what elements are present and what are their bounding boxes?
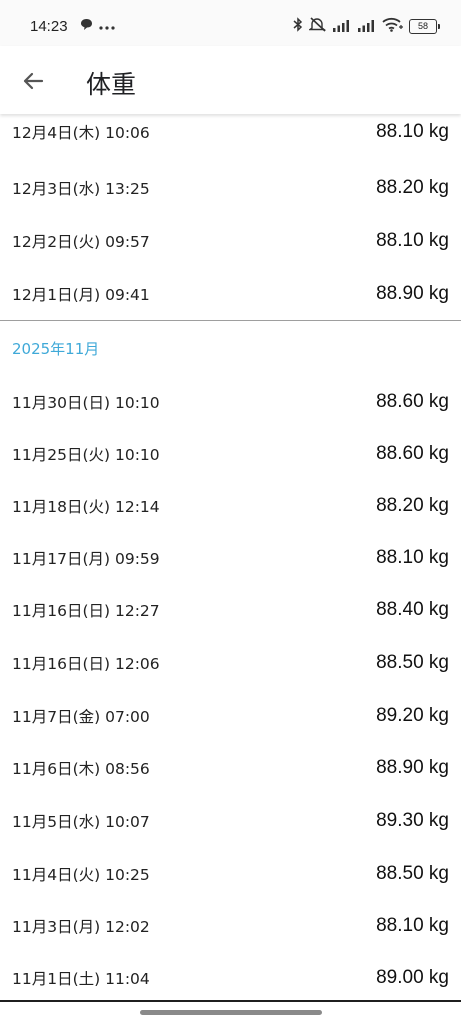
- section-divider: [0, 320, 461, 321]
- section-header: 2025年11月: [12, 340, 100, 358]
- signal-icon: [357, 17, 376, 36]
- signal-icon: [332, 17, 351, 36]
- list-item[interactable]: 11月18日(火) 12:14 88.20 kg: [0, 480, 461, 532]
- record-weight: 88.10 kg: [376, 121, 449, 142]
- record-weight: 89.30 kg: [376, 810, 449, 831]
- app-bar: 体重: [0, 46, 461, 114]
- record-weight: 88.20 kg: [376, 495, 449, 516]
- record-weight: 88.10 kg: [376, 915, 449, 936]
- record-weight: 88.90 kg: [376, 757, 449, 778]
- record-weight: 88.10 kg: [376, 547, 449, 568]
- wifi-icon: [382, 17, 403, 36]
- list-item[interactable]: 11月7日(金) 07:00 89.20 kg: [0, 690, 461, 742]
- list-item[interactable]: 11月4日(火) 10:25 88.50 kg: [0, 848, 461, 900]
- record-datetime: 11月18日(火) 12:14: [12, 498, 160, 516]
- record-weight: 88.20 kg: [376, 177, 449, 198]
- record-datetime: 11月3日(月) 12:02: [12, 918, 150, 936]
- record-datetime: 11月7日(金) 07:00: [12, 708, 150, 726]
- record-datetime: 12月1日(月) 09:41: [12, 286, 150, 304]
- list-item[interactable]: 12月1日(月) 09:41 88.90 kg: [0, 268, 461, 320]
- weight-record-list[interactable]: 12月4日(木) 10:06 88.10 kg 12月3日(水) 13:25 8…: [0, 114, 461, 1002]
- gesture-handle[interactable]: [140, 1010, 322, 1015]
- arrow-back-icon: [23, 72, 44, 90]
- bluetooth-icon: [293, 17, 303, 36]
- record-datetime: 11月25日(火) 10:10: [12, 446, 160, 464]
- record-weight: 88.60 kg: [376, 443, 449, 464]
- chat-bubble-icon: [80, 16, 93, 35]
- list-item[interactable]: 12月4日(木) 10:06 88.10 kg: [0, 114, 461, 158]
- record-weight: 88.60 kg: [376, 391, 449, 412]
- list-item[interactable]: 12月3日(水) 13:25 88.20 kg: [0, 162, 461, 214]
- back-button[interactable]: [18, 66, 48, 96]
- list-item[interactable]: 11月16日(日) 12:27 88.40 kg: [0, 584, 461, 636]
- record-datetime: 12月4日(木) 10:06: [12, 124, 150, 142]
- record-datetime: 11月4日(火) 10:25: [12, 866, 150, 884]
- record-datetime: 12月2日(火) 09:57: [12, 233, 150, 251]
- status-bar: 14:23 58: [0, 0, 461, 46]
- list-item[interactable]: 11月17日(月) 09:59 88.10 kg: [0, 532, 461, 584]
- status-right-icons: 58: [293, 17, 440, 36]
- list-item[interactable]: 12月2日(火) 09:57 88.10 kg: [0, 215, 461, 267]
- page-title: 体重: [86, 70, 137, 99]
- system-nav-bar: [0, 1002, 461, 1024]
- status-time: 14:23: [30, 18, 68, 35]
- record-datetime: 11月1日(土) 11:04: [12, 970, 150, 988]
- record-weight: 89.20 kg: [376, 705, 449, 726]
- list-item[interactable]: 11月3日(月) 12:02 88.10 kg: [0, 900, 461, 952]
- record-weight: 88.50 kg: [376, 863, 449, 884]
- list-item[interactable]: 11月30日(日) 10:10 88.60 kg: [0, 376, 461, 428]
- record-weight: 88.10 kg: [376, 230, 449, 251]
- list-item[interactable]: 11月5日(水) 10:07 89.30 kg: [0, 795, 461, 847]
- record-weight: 88.40 kg: [376, 599, 449, 620]
- list-item[interactable]: 11月16日(日) 12:06 88.50 kg: [0, 637, 461, 689]
- record-datetime: 11月5日(水) 10:07: [12, 813, 150, 831]
- record-datetime: 11月6日(木) 08:56: [12, 760, 150, 778]
- more-dots-icon: [99, 16, 115, 35]
- list-item[interactable]: 11月6日(木) 08:56 88.90 kg: [0, 742, 461, 794]
- list-item[interactable]: 11月25日(火) 10:10 88.60 kg: [0, 428, 461, 480]
- battery-indicator: 58: [409, 19, 440, 34]
- list-item[interactable]: 11月1日(土) 11:04 89.00 kg: [0, 952, 461, 1002]
- status-left-icons: [80, 16, 115, 35]
- record-weight: 89.00 kg: [376, 967, 449, 988]
- record-weight: 88.90 kg: [376, 283, 449, 304]
- record-datetime: 11月17日(月) 09:59: [12, 550, 160, 568]
- record-datetime: 11月16日(日) 12:06: [12, 655, 160, 673]
- record-datetime: 11月16日(日) 12:27: [12, 602, 160, 620]
- mute-icon: [307, 17, 327, 36]
- record-datetime: 12月3日(水) 13:25: [12, 180, 150, 198]
- record-datetime: 11月30日(日) 10:10: [12, 394, 160, 412]
- record-weight: 88.50 kg: [376, 652, 449, 673]
